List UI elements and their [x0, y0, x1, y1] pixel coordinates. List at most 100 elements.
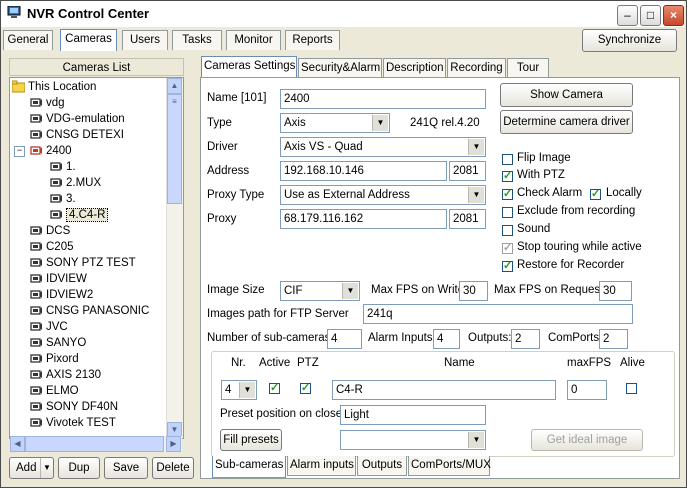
tree-item[interactable]: SANYO	[30, 335, 86, 351]
preset-select[interactable]: ▼	[340, 430, 486, 450]
tree-item[interactable]: CNSG DETEXI	[30, 127, 124, 143]
tab-tasks[interactable]: Tasks	[172, 30, 222, 50]
proxy-type-select[interactable]: Use as External Address ▼	[280, 185, 486, 205]
tree-item[interactable]: 3.	[50, 191, 76, 207]
close-button[interactable]: ×	[663, 5, 684, 26]
maximize-button[interactable]: □	[640, 5, 661, 26]
alarm-inputs-field[interactable]: 4	[433, 329, 460, 349]
ftp-path-field[interactable]: 241q	[363, 304, 633, 324]
with-ptz-checkbox[interactable]	[502, 169, 513, 182]
max-fps-request-field[interactable]: 30	[599, 281, 632, 301]
stop-touring-checkbox[interactable]	[502, 241, 513, 254]
flip-image-checkbox[interactable]	[502, 154, 513, 165]
tree-item[interactable]: ELMO	[30, 383, 79, 399]
collapse-toggle-icon[interactable]: −	[14, 146, 25, 157]
tree-item[interactable]: DCS	[30, 223, 70, 239]
tab-comports-mux[interactable]: ComPorts/MUX	[408, 456, 491, 476]
locally-checkbox[interactable]	[590, 187, 601, 200]
camera-icon	[30, 338, 42, 348]
check-alarm-checkbox[interactable]	[502, 187, 513, 200]
save-button[interactable]: Save	[104, 457, 148, 479]
scroll-thumb[interactable]: ≡	[167, 94, 182, 204]
tree-item[interactable]: 2.MUX	[50, 175, 101, 191]
subcam-maxfps-field[interactable]: 0	[567, 380, 607, 400]
subcam-ptz-checkbox[interactable]	[300, 381, 311, 394]
tree-item[interactable]: 2400	[30, 143, 72, 159]
tree-item[interactable]: JVC	[30, 319, 68, 335]
show-camera-button[interactable]: Show Camera	[500, 83, 633, 107]
tab-security-alarm[interactable]: Security&Alarm	[298, 58, 382, 78]
maximize-icon: □	[646, 8, 655, 22]
tab-users[interactable]: Users	[122, 30, 168, 50]
tree-item[interactable]: VDG-emulation	[30, 111, 125, 127]
cameras-tree[interactable]: This Location vdg VDG-emulation CNSG DETEX…	[9, 77, 184, 439]
tree-item[interactable]: Vivotek TEST	[30, 415, 116, 431]
tree-scrollbar[interactable]: ▲ ≡ ▼	[166, 78, 183, 438]
scroll-right-button[interactable]: ▶	[166, 436, 181, 452]
tree-item[interactable]: 4.C4-R	[50, 207, 109, 223]
add-dropdown-icon[interactable]: ▼	[40, 458, 53, 478]
camera-icon	[30, 306, 42, 316]
close-icon: ×	[669, 8, 677, 22]
proxy-label: Proxy	[207, 213, 237, 225]
tree-item-location[interactable]: This Location	[12, 79, 96, 95]
tab-tour[interactable]: Tour	[507, 58, 549, 78]
exclude-recording-checkbox[interactable]	[502, 207, 513, 218]
tree-item[interactable]: SONY DF40N	[30, 399, 118, 415]
address-field[interactable]: 192.168.10.146	[280, 161, 447, 181]
hscroll-thumb[interactable]	[25, 436, 164, 452]
camera-icon	[30, 274, 42, 284]
fill-presets-button[interactable]: Fill presets	[220, 429, 282, 451]
tree-item[interactable]: CNSG PANASONIC	[30, 303, 149, 319]
sound-checkbox[interactable]	[502, 225, 513, 236]
tab-general[interactable]: General	[3, 30, 53, 50]
tree-item[interactable]: AXIS 2130	[30, 367, 101, 383]
subcam-count-field[interactable]: 4	[327, 329, 362, 349]
tree-item[interactable]: IDVIEW	[30, 271, 87, 287]
add-button[interactable]: Add ▼	[9, 457, 54, 479]
minimize-button[interactable]: –	[617, 5, 638, 26]
determine-driver-button[interactable]: Determine camera driver	[500, 110, 633, 134]
restore-recorder-checkbox[interactable]	[502, 259, 513, 272]
synchronize-button[interactable]: Synchronize	[582, 29, 677, 52]
outputs-field[interactable]: 2	[511, 329, 540, 349]
subcam-name-field[interactable]: C4-R	[332, 380, 556, 400]
tree-item[interactable]: IDVIEW2	[30, 287, 93, 303]
driver-select[interactable]: Axis VS - Quad ▼	[280, 137, 486, 157]
name-field[interactable]: 2400	[280, 89, 486, 109]
tab-cameras[interactable]: Cameras	[60, 29, 117, 51]
subcam-active-checkbox[interactable]	[269, 381, 280, 394]
max-fps-write-field[interactable]: 30	[459, 281, 488, 301]
tab-sub-cameras[interactable]: Sub-cameras	[212, 456, 286, 478]
tab-outputs[interactable]: Outputs	[357, 456, 407, 476]
subcam-alive-checkbox[interactable]	[626, 383, 637, 394]
tab-reports[interactable]: Reports	[285, 30, 340, 50]
proxy-port-field[interactable]: 2081	[449, 209, 486, 229]
image-size-select[interactable]: CIF ▼	[280, 281, 360, 301]
tab-monitor[interactable]: Monitor	[226, 30, 281, 50]
scroll-left-button[interactable]: ◀	[10, 436, 25, 452]
tab-alarm-inputs[interactable]: Alarm inputs	[287, 456, 356, 476]
get-ideal-image-button[interactable]: Get ideal image	[531, 429, 643, 451]
tree-item[interactable]: Pixord	[30, 351, 79, 367]
type-select[interactable]: Axis ▼	[280, 113, 390, 133]
proxy-field[interactable]: 68.179.116.162	[280, 209, 447, 229]
preset-field[interactable]: Light	[340, 405, 486, 425]
tab-cameras-settings[interactable]: Cameras Settings	[201, 56, 297, 78]
with-ptz-label: With PTZ	[517, 169, 565, 181]
tab-recording[interactable]: Recording	[447, 58, 506, 78]
dup-button[interactable]: Dup	[58, 457, 100, 479]
tab-description[interactable]: Description	[383, 58, 446, 78]
address-port-field[interactable]: 2081	[449, 161, 486, 181]
scroll-up-button[interactable]: ▲	[167, 78, 182, 94]
tree-item[interactable]: SONY PTZ TEST	[30, 255, 136, 271]
tree-item[interactable]: C205	[30, 239, 74, 255]
tree-hscrollbar[interactable]: ◀ ▶	[10, 436, 182, 452]
comports-field[interactable]: 2	[599, 329, 628, 349]
tree-item[interactable]: 1.	[50, 159, 76, 175]
alarm-inputs-label: Alarm Inputs:	[368, 332, 436, 344]
subcam-nr-select[interactable]: 4 ▼	[221, 380, 257, 400]
max-fps-request-label: Max FPS on Request	[494, 284, 604, 296]
tree-item[interactable]: vdg	[30, 95, 65, 111]
delete-button[interactable]: Delete	[152, 457, 194, 479]
